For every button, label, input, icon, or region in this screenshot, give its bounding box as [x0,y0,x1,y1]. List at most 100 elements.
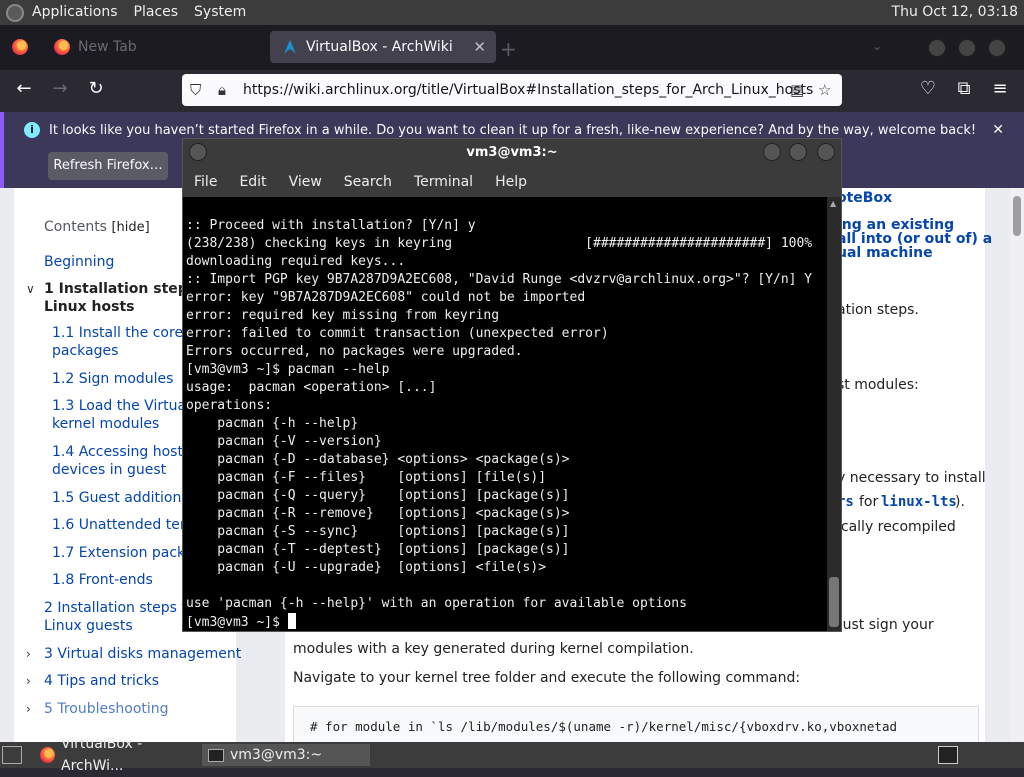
toc-item-5[interactable]: 5 Troubleshooting [44,700,169,718]
firefox-view-icon[interactable] [12,39,28,55]
article-text: Navigate to your kernel tree folder and … [293,670,801,686]
terminal-line: error: failed to commit transaction (une… [186,326,609,341]
page-scrollbar-thumb[interactable] [1013,196,1021,236]
toc-item-1-3[interactable]: 1.3 Load the VirtualB [52,397,200,415]
article-text: modules with a key generated during kern… [293,641,694,657]
toc-item-2[interactable]: 2 Installation steps for [44,599,201,617]
toc-title: Contents [44,219,107,235]
task-title: vm3@vm3:~ [230,747,323,763]
terminal-title: vm3@vm3:~ [466,145,558,160]
terminal-scrollbar-thumb[interactable] [829,577,839,627]
shield-icon[interactable]: ⛉ [190,81,201,99]
top-panel: Applications Places System Thu Oct 12, 0… [0,0,1024,25]
toc-item-1-4-cont[interactable]: devices in guest [52,461,166,479]
new-tab-button[interactable]: + [500,37,517,61]
show-desktop-button[interactable] [2,746,22,764]
places-menu[interactable]: Places [126,0,187,25]
terminal-line: (238/238) checking keys in keyring [####… [186,236,813,251]
toc-item-1-3-cont[interactable]: kernel modules [52,415,159,433]
task-terminal[interactable]: vm3@vm3:~ [202,744,370,766]
reload-button[interactable]: ↻ [84,78,108,99]
toc-item-beginning[interactable]: Beginning [44,253,114,271]
toc-item-1-6[interactable]: 1.6 Unattended temp [52,516,202,534]
workspace-switcher[interactable] [938,746,958,764]
terminal-line: pacman {-V --version} [186,434,382,449]
terminal-line: pacman {-U --upgrade} [options] <file(s)… [186,560,547,575]
menu-search[interactable]: Search [344,174,392,190]
close-window-button[interactable] [988,39,1006,57]
toc-hide-link[interactable]: [hide] [111,220,149,235]
chevron-down-icon[interactable]: ∨ [26,280,35,298]
menu-icon[interactable]: ≡ [988,78,1012,99]
terminal-titlebar[interactable]: vm3@vm3:~ [183,139,841,167]
close-tab-icon[interactable]: ✕ [473,38,486,56]
menu-file[interactable]: File [194,174,217,190]
toc-item-1-2[interactable]: 1.2 Sign modules [52,370,173,388]
terminal-prompt: [vm3@vm3 ~]$ [186,615,288,630]
code-block: # for module in `ls /lib/modules/$(uname… [293,706,979,742]
toc-item-installation-arch-cont[interactable]: Linux hosts [44,298,135,316]
toc-item-1-4[interactable]: 1.4 Accessing host U [52,443,198,461]
system-menu[interactable]: System [186,0,254,25]
toc-item-4[interactable]: 4 Tips and tricks [44,672,159,690]
pocket-icon[interactable]: ♡ [916,78,940,99]
toc-item-1-7[interactable]: 1.7 Extension pack [52,544,185,562]
clock[interactable]: Thu Oct 12, 03:18 [892,0,1018,25]
terminal-output[interactable]: :: Proceed with installation? [Y/n] y (2… [183,197,827,631]
menu-help[interactable]: Help [495,174,527,190]
toc-item-1-8[interactable]: 1.8 Front-ends [52,571,153,589]
terminal-line: :: Import PGP key 9B7A287D9A2EC608, "Dav… [186,272,813,287]
refresh-firefox-button[interactable]: Refresh Firefox… [48,152,168,180]
terminal-window: vm3@vm3:~ File Edit View Search Terminal… [182,138,842,632]
menu-edit[interactable]: Edit [239,174,266,190]
chevron-right-icon[interactable]: › [26,645,31,663]
minimize-button[interactable] [928,39,946,57]
reader-view-icon[interactable]: ▤ [790,81,804,99]
article-text: ). [955,494,965,510]
toc-item-1-1-cont[interactable]: packages [52,342,118,360]
terminal-line: operations: [186,398,273,413]
chevron-right-icon[interactable]: › [26,672,31,690]
window-menu-button[interactable] [189,143,207,161]
scroll-up-icon[interactable]: ▲ [830,199,836,208]
terminal-line: pacman {-S --sync} [options] [package(s)… [186,524,570,539]
list-tabs-icon[interactable]: ⌄ [872,39,882,53]
window-controls [928,39,1006,57]
page-scrollbar[interactable] [1010,188,1024,742]
applications-menu[interactable]: Applications [24,0,126,25]
article-text: y necessary to install [837,470,986,486]
close-notification-icon[interactable]: ✕ [992,122,1004,138]
tab-title: VirtualBox - ArchWiki [306,39,453,55]
terminal-scrollbar[interactable]: ▲ [827,197,841,631]
toc-item-1-5[interactable]: 1.5 Guest additions d [52,489,202,507]
terminal-icon [208,748,224,762]
package-link[interactable]: linux-lts [881,494,957,510]
tab-virtualbox-archwiki[interactable]: VirtualBox - ArchWiki ✕ [270,31,496,63]
minimize-button[interactable] [763,143,781,161]
back-button[interactable]: ← [12,78,36,99]
extensions-icon[interactable]: ⧉ [952,78,976,99]
toc-item-2-cont[interactable]: Linux guests [44,617,133,635]
chevron-right-icon[interactable]: › [26,700,31,718]
related-link[interactable]: ual machine [837,245,933,261]
bookmark-star-icon[interactable]: ☆ [818,81,831,99]
terminal-line: downloading required keys... [186,254,406,269]
lock-icon[interactable]: 🔒︎ [218,81,226,99]
firefox-icon [54,39,70,55]
toc-item-1-1[interactable]: 1.1 Install the core [52,324,183,342]
task-firefox[interactable]: VirtualBox - ArchWi... [34,736,200,774]
maximize-button[interactable] [958,39,976,57]
related-link[interactable]: oteBox [837,190,892,206]
menu-view[interactable]: View [289,174,322,190]
menu-terminal[interactable]: Terminal [414,174,473,190]
terminal-line: Errors occurred, no packages were upgrad… [186,344,523,359]
forward-button[interactable]: → [48,78,72,99]
maximize-button[interactable] [789,143,807,161]
distro-logo-icon[interactable] [6,3,24,22]
close-window-button[interactable] [817,143,835,161]
toc-item-3[interactable]: 3 Virtual disks management [44,645,241,663]
url-bar[interactable]: ⛉ 🔒︎ https://wiki.archlinux.org/title/Vi… [182,74,842,106]
terminal-line: :: Proceed with installation? [Y/n] y [186,218,476,233]
tab-new-tab[interactable]: New Tab [42,31,268,63]
url-text[interactable]: https://wiki.archlinux.org/title/Virtual… [243,82,813,98]
